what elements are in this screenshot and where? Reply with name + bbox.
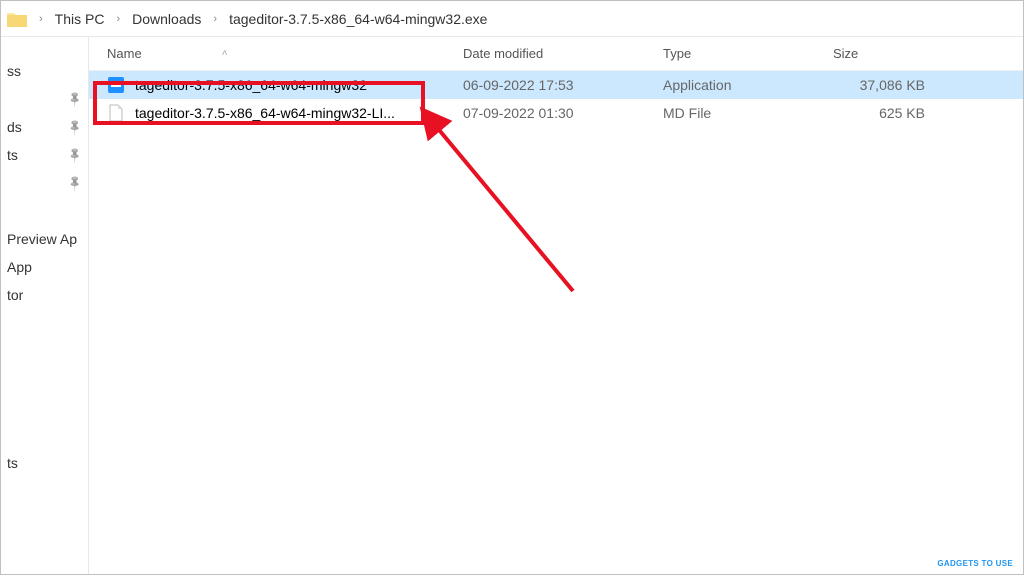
file-size: 625 KB [815, 105, 985, 121]
sidebar-item[interactable]: 📌 [1, 85, 88, 113]
sidebar-item-label: App [7, 259, 32, 275]
sidebar-item-label: tor [7, 287, 23, 303]
file-type: Application [645, 77, 815, 93]
chevron-right-icon: › [213, 13, 217, 25]
column-header-name[interactable]: Name ˄ [89, 46, 445, 61]
watermark: GADGETS TO USE [937, 559, 1013, 568]
navigation-pane[interactable]: ss📌ds📌ts📌📌Preview ApApptortstsds [1, 37, 89, 574]
breadcrumb-item-this-pc[interactable]: This PC [51, 9, 109, 29]
sidebar-item[interactable]: ss [1, 57, 88, 85]
column-header-date[interactable]: Date modified [445, 46, 645, 61]
file-name: tageditor-3.7.5-x86_64-w64-mingw32 [135, 77, 367, 93]
sort-caret-icon: ˄ [222, 48, 228, 59]
table-row[interactable]: tageditor-3.7.5-x86_64-w64-mingw32 06-09-… [89, 71, 1023, 99]
file-type: MD File [645, 105, 815, 121]
sidebar-item-label: ds [7, 119, 22, 135]
pin-icon: 📌 [66, 146, 85, 165]
sidebar-item[interactable]: ts [1, 449, 88, 477]
file-date: 07-09-2022 01:30 [445, 105, 645, 121]
column-header-type[interactable]: Type [645, 46, 815, 61]
column-header-name-label: Name [107, 46, 142, 61]
sidebar-item[interactable]: ts 📌 [1, 141, 88, 169]
sidebar-item[interactable]: tor [1, 281, 88, 309]
file-size: 37,086 KB [815, 77, 985, 93]
breadcrumb-item-downloads[interactable]: Downloads [128, 9, 205, 29]
table-row[interactable]: tageditor-3.7.5-x86_64-w64-mingw32-LI...… [89, 99, 1023, 127]
sidebar-item[interactable]: 📌 [1, 169, 88, 197]
sidebar-item[interactable] [1, 505, 88, 533]
breadcrumb[interactable]: › This PC › Downloads › tageditor-3.7.5-… [1, 1, 1023, 37]
sidebar-item-label: ts [7, 455, 18, 471]
column-headers[interactable]: Name ˄ Date modified Type Size [89, 37, 1023, 71]
sidebar-item-label: ts [7, 147, 18, 163]
pin-icon: 📌 [66, 118, 85, 137]
sidebar-item-label: ss [7, 63, 21, 79]
chevron-right-icon: › [39, 13, 43, 25]
sidebar-item[interactable] [1, 337, 88, 365]
file-date: 06-09-2022 17:53 [445, 77, 645, 93]
pin-icon: 📌 [66, 90, 85, 109]
file-list: Name ˄ Date modified Type Size tageditor… [89, 37, 1023, 574]
sidebar-item[interactable]: App [1, 253, 88, 281]
sidebar-item[interactable]: Preview Ap [1, 225, 88, 253]
column-header-size[interactable]: Size [815, 46, 985, 61]
sidebar-item[interactable]: ds 📌 [1, 113, 88, 141]
file-name: tageditor-3.7.5-x86_64-w64-mingw32-LI... [135, 105, 395, 121]
sidebar-item-label: Preview Ap [7, 231, 77, 247]
chevron-right-icon: › [116, 13, 120, 25]
pin-icon: 📌 [66, 174, 85, 193]
application-icon [107, 76, 125, 94]
breadcrumb-item-current[interactable]: tageditor-3.7.5-x86_64-w64-mingw32.exe [225, 9, 491, 29]
document-icon [107, 104, 125, 122]
folder-icon [7, 11, 27, 27]
